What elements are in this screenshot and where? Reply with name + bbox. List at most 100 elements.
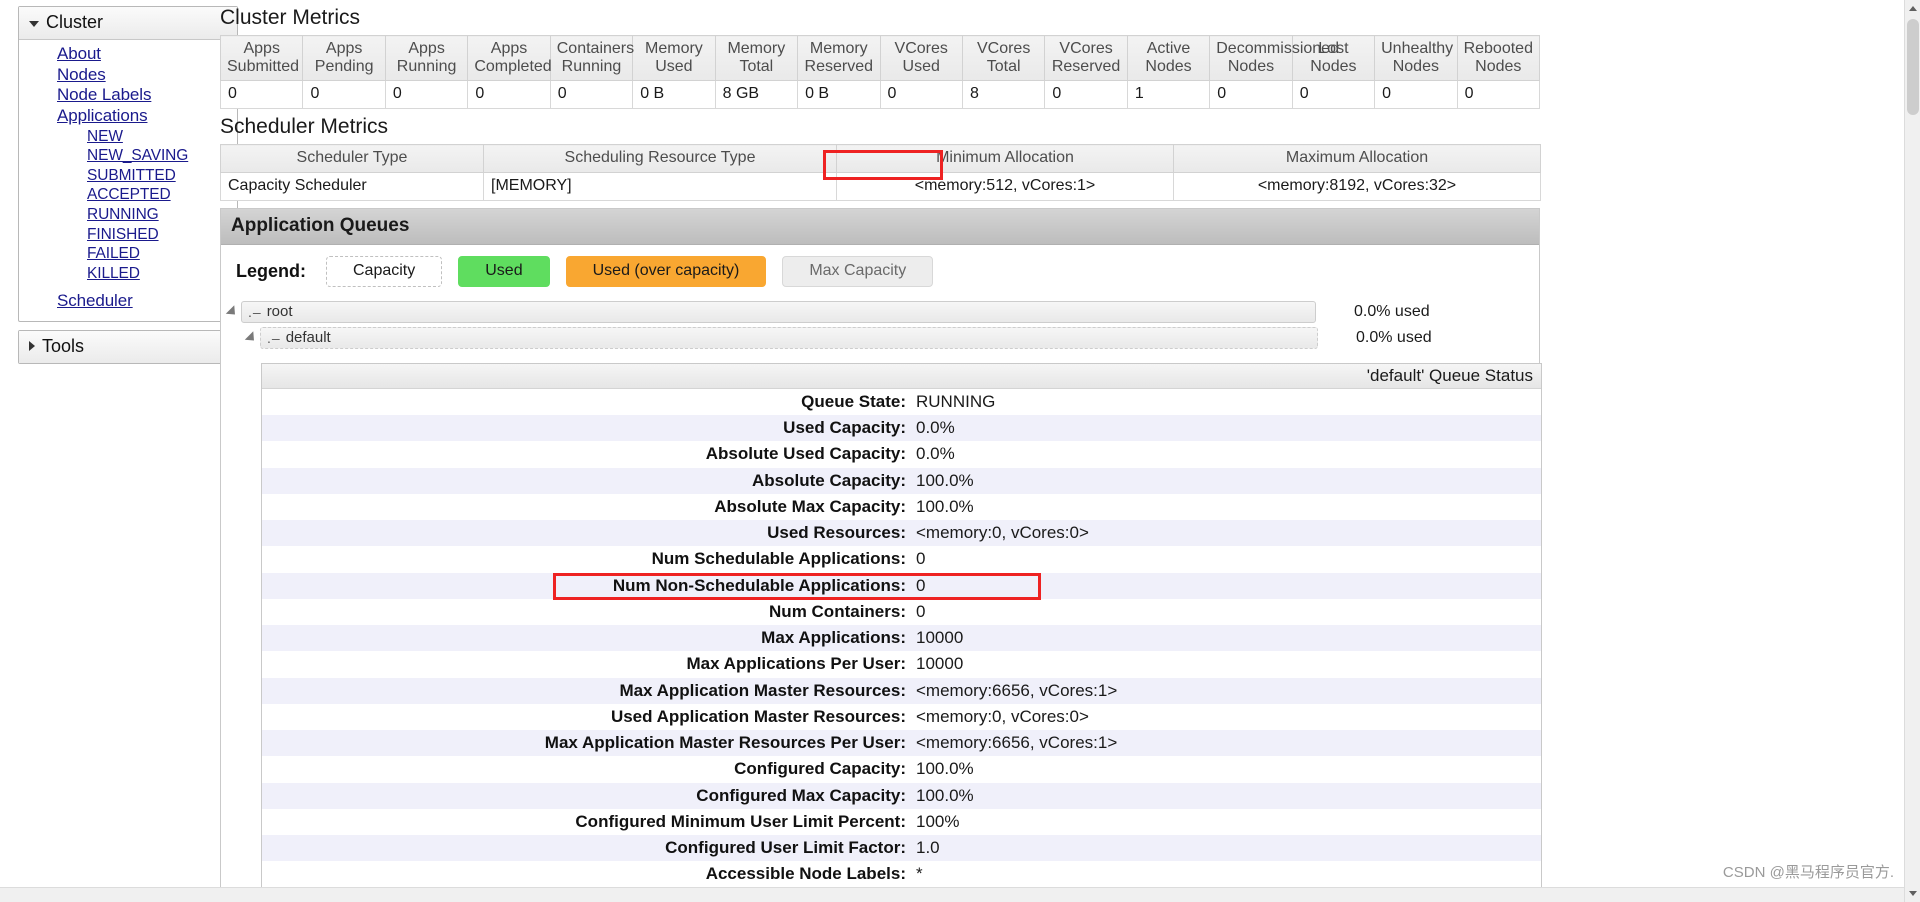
application-queues-title: Application Queues xyxy=(221,208,1539,245)
col-vcores-reserved: VCores Reserved xyxy=(1044,34,1128,82)
cluster-metrics-table: Apps Submitted Apps Pending Apps Running Ap… xyxy=(219,34,1541,110)
queue-bullet-icon: .– xyxy=(267,329,281,346)
sidebar-cluster-header[interactable]: Cluster xyxy=(19,7,237,40)
row-key: Used Application Master Resources: xyxy=(262,703,914,731)
col-apps-submitted: Apps Submitted xyxy=(219,34,304,82)
sidebar-item-app-new[interactable]: NEW xyxy=(19,127,237,147)
table-row: Used Application Master Resources: <memor… xyxy=(262,703,1541,731)
cluster-metrics-title: Cluster Metrics xyxy=(220,6,361,29)
sidebar-item-applications[interactable]: Applications xyxy=(19,106,237,127)
horizontal-scrollbar[interactable] xyxy=(0,887,1904,902)
sidebar-item-scheduler[interactable]: Scheduler xyxy=(19,291,237,312)
row-key: Max Applications Per User: xyxy=(262,651,914,678)
queue-name-root: root xyxy=(266,303,293,321)
table-row: Used Capacity: 0.0% xyxy=(262,415,1541,442)
queue-name-default: default xyxy=(285,329,331,347)
val-memory-used: 0 B xyxy=(632,80,716,110)
row-key: Configured Max Capacity: xyxy=(262,782,914,809)
sidebar-cluster-block: Cluster About Nodes Node Labels Applicat… xyxy=(18,6,238,322)
table-row: Configured Capacity: 100.0% xyxy=(262,756,1541,783)
val-apps-submitted: 0 xyxy=(219,80,304,110)
val-memory-reserved: 0 B xyxy=(797,80,881,110)
queue-used-root: 0.0% used xyxy=(1354,302,1430,320)
queue-status-title: 'default' Queue Status xyxy=(1366,365,1533,385)
sidebar-item-app-running[interactable]: RUNNING xyxy=(19,205,237,225)
sidebar-item-app-killed[interactable]: KILLED xyxy=(19,264,237,284)
col-memory-used: Memory Used xyxy=(632,34,716,82)
row-key: Used Capacity: xyxy=(262,415,914,442)
col-apps-pending: Apps Pending xyxy=(302,34,386,82)
sidebar-item-app-submitted[interactable]: SUBMITTED xyxy=(19,166,237,186)
queue-status-table: Queue State: RUNNING Used Capacity: 0.0% A… xyxy=(262,388,1541,888)
chevron-right-icon xyxy=(29,341,35,352)
row-value: 0.0% xyxy=(914,441,1541,468)
table-row: Num Containers: 0 xyxy=(262,598,1541,626)
row-key: Used Resources: xyxy=(262,520,914,547)
scheduler-metrics-header-row: Scheduler Type Scheduling Resource Type … xyxy=(220,144,1541,173)
queue-expand-icon[interactable] xyxy=(244,331,259,345)
val-apps-running: 0 xyxy=(384,80,469,110)
sidebar-cluster-title: Cluster xyxy=(46,12,104,32)
row-key: Num Containers: xyxy=(262,598,914,626)
table-row: Max Applications: 10000 xyxy=(262,625,1541,652)
val-scheduling-resource-type: [MEMORY] xyxy=(483,172,837,201)
queue-bar-default[interactable]: .– default xyxy=(260,326,1318,349)
queue-expand-icon[interactable] xyxy=(225,305,240,319)
scheduler-metrics-table: Scheduler Type Scheduling Resource Type … xyxy=(220,144,1541,201)
val-scheduler-type: Capacity Scheduler xyxy=(220,172,484,201)
row-value: 100.0% xyxy=(914,756,1541,783)
val-vcores-reserved: 0 xyxy=(1044,80,1128,110)
table-row: Max Application Master Resources Per Use… xyxy=(262,730,1541,757)
sidebar-item-nodes[interactable]: Nodes xyxy=(19,65,237,86)
row-value: 0 xyxy=(914,598,1541,626)
cluster-metrics-value-row: 0 0 0 0 0 0 B 8 GB 0 B 0 8 0 1 0 0 0 0 xyxy=(219,80,1541,110)
row-key: Num Schedulable Applications: xyxy=(262,546,914,573)
row-value: 10000 xyxy=(914,625,1541,652)
legend-label: Legend: xyxy=(236,260,306,281)
col-scheduling-resource-type: Scheduling Resource Type xyxy=(483,144,837,173)
table-row: Queue State: RUNNING xyxy=(262,388,1541,416)
vertical-scrollbar-thumb[interactable] xyxy=(1907,19,1919,115)
col-active-nodes: Active Nodes xyxy=(1126,34,1211,82)
queue-status-header: 'default' Queue Status xyxy=(262,363,1541,389)
table-row: Absolute Used Capacity: 0.0% xyxy=(262,441,1541,468)
scroll-down-arrow-icon[interactable] xyxy=(1905,885,1920,902)
val-rebooted-nodes: 0 xyxy=(1456,80,1541,110)
main-content: Cluster Metrics Apps Submitted Apps Pendin… xyxy=(213,0,1908,902)
row-value: 0.0% xyxy=(914,415,1541,442)
sidebar-tools-header[interactable]: Tools xyxy=(19,330,237,363)
queue-bar-root[interactable]: .– root xyxy=(241,300,1316,323)
sidebar-item-app-failed[interactable]: FAILED xyxy=(19,244,237,264)
row-key: Absolute Max Capacity: xyxy=(262,493,914,521)
row-key: Num Non-Schedulable Applications: xyxy=(262,572,914,599)
legend-chip-used-over-capacity: Used (over capacity) xyxy=(565,255,767,287)
val-maximum-allocation: <memory:8192, vCores:32> xyxy=(1173,172,1541,201)
row-value: 0 xyxy=(914,572,1541,599)
scheduler-metrics-title: Scheduler Metrics xyxy=(220,115,389,139)
row-value: <memory:0, vCores:0> xyxy=(914,520,1541,547)
scroll-up-arrow-icon[interactable] xyxy=(1905,0,1920,17)
row-value: 100.0% xyxy=(914,493,1541,521)
row-key: Accessible Node Labels: xyxy=(262,861,914,888)
legend-row: Legend: Capacity Used Used (over capacit… xyxy=(221,244,1539,299)
row-value: <memory:6656, vCores:1> xyxy=(914,730,1541,757)
sidebar-item-about[interactable]: About xyxy=(19,44,237,65)
col-unhealthy-nodes: Unhealthy Nodes xyxy=(1374,34,1458,82)
sidebar-item-app-new-saving[interactable]: NEW_SAVING xyxy=(19,146,237,166)
watermark-text: CSDN @黑马程序员官方. xyxy=(1722,864,1894,881)
sidebar-item-node-labels[interactable]: Node Labels xyxy=(19,85,237,106)
col-apps-completed: Apps Completed xyxy=(467,34,552,82)
val-lost-nodes: 0 xyxy=(1291,80,1376,110)
queue-row-default[interactable]: .– default 0.0% used xyxy=(221,325,1539,351)
row-key: Configured Minimum User Limit Percent: xyxy=(262,808,914,836)
sidebar: Cluster About Nodes Node Labels Applicat… xyxy=(18,6,238,372)
col-containers-running: Containers Running xyxy=(549,34,634,82)
sidebar-item-app-finished[interactable]: FINISHED xyxy=(19,225,237,245)
sidebar-item-app-accepted[interactable]: ACCEPTED xyxy=(19,185,237,205)
queue-row-root[interactable]: .– root 0.0% used xyxy=(221,299,1539,325)
val-minimum-allocation: <memory:512, vCores:1> xyxy=(836,172,1174,201)
sidebar-cluster-body: About Nodes Node Labels Applications NEW… xyxy=(19,40,237,321)
val-vcores-used: 0 xyxy=(879,80,963,110)
val-unhealthy-nodes: 0 xyxy=(1374,80,1458,110)
vertical-scrollbar[interactable] xyxy=(1904,0,1920,902)
